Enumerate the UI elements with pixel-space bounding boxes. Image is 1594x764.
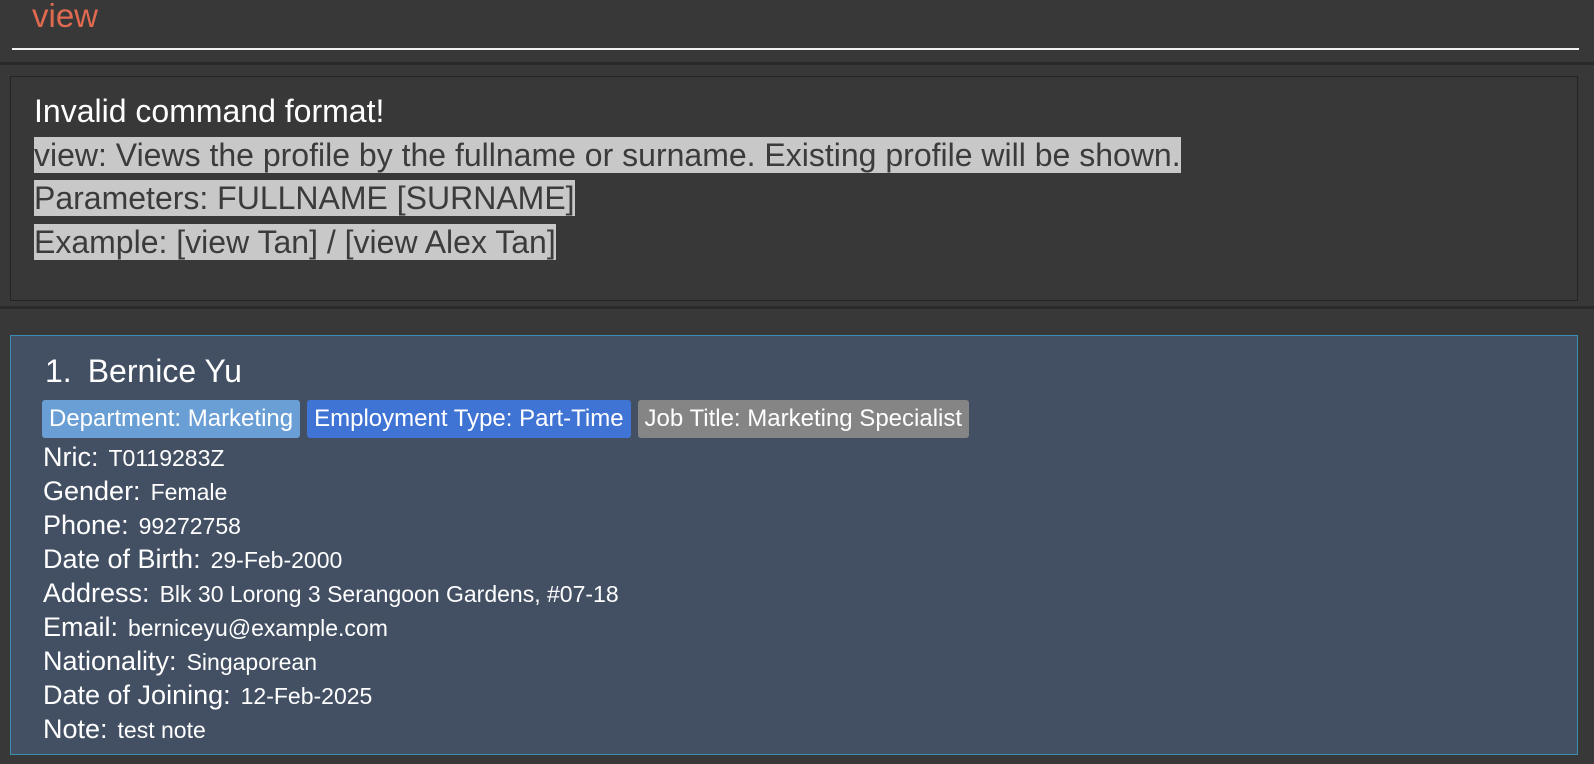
tag-department: Department: Marketing [42,400,301,438]
command-input[interactable]: view [32,0,98,36]
field-value: 99272758 [138,513,241,539]
person-name: Bernice Yu [87,353,242,389]
tag-job-title: Job Title: Marketing Specialist [637,400,970,438]
tag-list: Department: Marketing Employment Type: P… [42,400,970,438]
person-index: 1. [45,353,72,389]
field-label: Note: [43,714,108,744]
divider [0,62,1594,65]
result-example-line: Example: [view Tan] / [view Alex Tan] [34,224,556,260]
field-phone: Phone: 99272758 [43,508,241,542]
divider [0,306,1594,309]
field-value: Female [150,479,228,505]
field-label: Date of Birth: [43,544,201,574]
field-value: Singaporean [186,649,318,675]
field-label: Nationality: [43,646,177,676]
field-label: Address: [43,578,150,608]
field-note: Note: test note [43,712,206,746]
field-date-of-joining: Date of Joining: 12-Feb-2025 [43,678,372,712]
field-value: Blk 30 Lorong 3 Serangoon Gardens, #07-1… [159,581,619,607]
result-usage-line: view: Views the profile by the fullname … [34,137,1181,173]
field-email: Email: berniceyu@example.com [43,610,388,644]
field-value: 12-Feb-2025 [240,683,373,709]
field-nric: Nric: T0119283Z [43,440,224,474]
field-gender: Gender: Female [43,474,227,508]
result-headline: Invalid command format! [34,93,385,129]
field-label: Phone: [43,510,129,540]
field-label: Gender: [43,476,141,506]
field-address: Address: Blk 30 Lorong 3 Serangoon Garden… [43,576,619,610]
field-label: Email: [43,612,119,642]
command-input-underline [12,48,1579,50]
field-label: Date of Joining: [43,680,231,710]
field-nationality: Nationality: Singaporean [43,644,317,678]
command-box[interactable]: view [0,0,1594,64]
field-value: test note [117,717,206,743]
person-card[interactable]: 1. Bernice Yu Department: Marketing Emplo… [10,335,1578,755]
result-parameters-line: Parameters: FULLNAME [SURNAME] [34,180,575,216]
person-card-title: 1. Bernice Yu [45,350,242,392]
field-date-of-birth: Date of Birth: 29-Feb-2000 [43,542,342,576]
tag-employment-type: Employment Type: Part-Time [307,400,631,438]
field-label: Nric: [43,442,99,472]
field-value: T0119283Z [108,445,225,471]
field-value: berniceyu@example.com [128,615,388,641]
result-display: Invalid command format! view: Views the … [10,76,1578,301]
field-value: 29-Feb-2000 [210,547,343,573]
